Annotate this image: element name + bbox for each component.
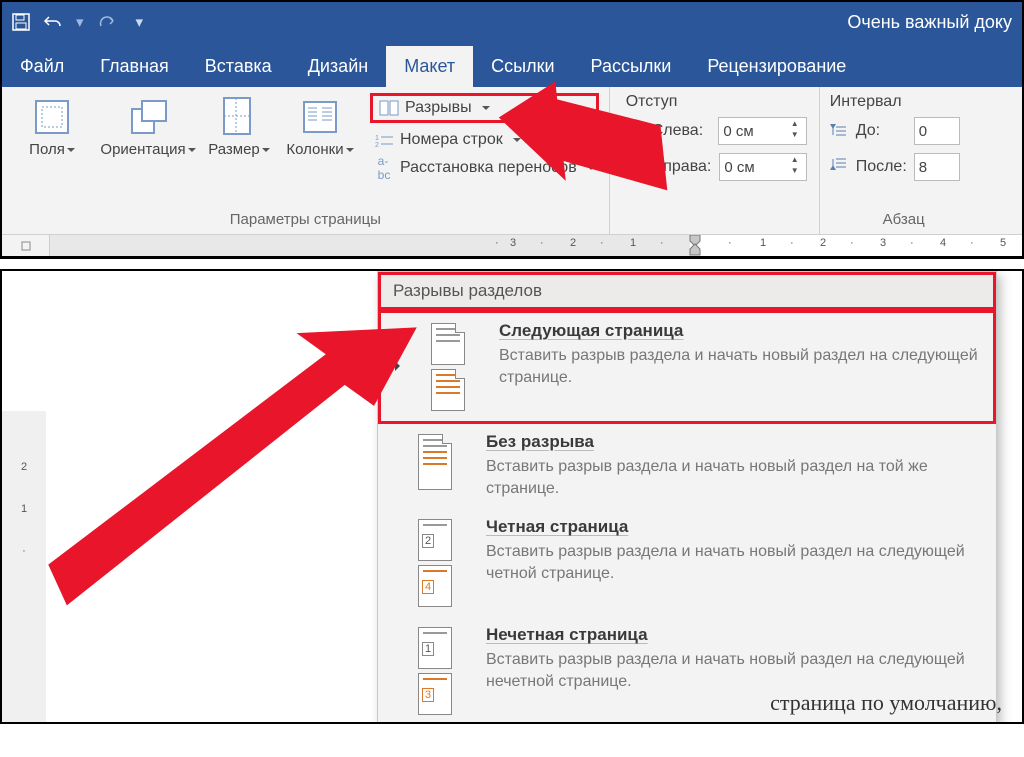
section-break-next-page[interactable]: Следующая страница Вставить разрыв разде… <box>378 310 996 424</box>
even-page-icon: 2 4 <box>400 517 470 607</box>
indent-heading: Отступ <box>626 93 807 111</box>
section-break-even-page[interactable]: 2 4 Четная страница Вставить разрыв разд… <box>378 509 996 617</box>
spinner-down[interactable]: ▼ <box>788 167 802 178</box>
indent-right-input[interactable]: 0 см▲▼ <box>719 153 806 181</box>
document-body-text: страница по умолчанию, <box>770 690 1002 716</box>
indent-right-icon <box>626 158 644 177</box>
tab-file[interactable]: Файл <box>2 46 82 87</box>
hyphenation-button[interactable]: a-bc Расстановка переносов <box>370 157 599 179</box>
columns-icon <box>300 97 340 137</box>
spacing-before-input[interactable]: 0 <box>914 117 960 145</box>
size-icon <box>219 97 259 137</box>
size-button[interactable]: Размер <box>204 93 274 158</box>
breaks-button-highlight: Разрывы <box>370 93 599 123</box>
tab-mailings[interactable]: Рассылки <box>573 46 690 87</box>
page-setup-group-label: Параметры страницы <box>12 207 599 234</box>
spacing-after-input[interactable]: 8 <box>914 153 960 181</box>
breaks-icon <box>379 99 399 117</box>
section-break-continuous[interactable]: Без разрыва Вставить разрыв раздела и на… <box>378 424 996 509</box>
orientation-button[interactable]: Ориентация <box>100 93 196 158</box>
breaks-button[interactable]: Разрывы <box>375 97 594 119</box>
columns-button[interactable]: Колонки <box>282 93 358 158</box>
spacing-heading: Интервал <box>830 93 978 111</box>
spacing-before-icon <box>830 121 848 142</box>
hyphenation-icon: a-bc <box>374 159 394 177</box>
spinner-down[interactable]: ▼ <box>788 131 802 142</box>
indent-left-icon <box>626 122 644 141</box>
paragraph-group-label: Абзац <box>830 207 978 234</box>
tab-references[interactable]: Ссылки <box>473 46 572 87</box>
redo-icon[interactable] <box>98 13 116 31</box>
undo-icon[interactable] <box>44 13 62 31</box>
vertical-ruler[interactable]: 2 1 · <box>2 411 46 722</box>
spacing-after-icon <box>830 157 848 178</box>
spacing-after-label: После: <box>856 158 906 176</box>
next-page-icon <box>413 321 483 411</box>
document-title: Очень важный доку <box>847 12 1012 33</box>
ribbon-tabs: Файл Главная Вставка Дизайн Макет Ссылки… <box>2 42 1022 87</box>
svg-text:2: 2 <box>375 142 379 149</box>
odd-page-icon: 1 3 <box>400 625 470 715</box>
margins-icon <box>32 97 72 137</box>
tab-design[interactable]: Дизайн <box>290 46 387 87</box>
continuous-icon <box>400 432 470 499</box>
qat-customize-icon[interactable]: ▾ <box>136 13 144 31</box>
orientation-icon <box>128 97 168 137</box>
section-breaks-header: Разрывы разделов <box>378 272 996 310</box>
undo-dropdown-icon[interactable]: ▾ <box>76 13 84 31</box>
line-numbers-button[interactable]: 12 Номера строк <box>370 129 599 151</box>
title-bar: ▾ ▾ Очень важный доку <box>2 2 1022 42</box>
tab-layout[interactable]: Макет <box>386 46 473 87</box>
horizontal-ruler: · 3 · 2 · 1 · · 1 · 2 · 3 · 4 · 5 <box>2 235 1022 257</box>
indent-left-label: Слева: <box>652 122 711 140</box>
tab-review[interactable]: Рецензирование <box>689 46 864 87</box>
save-icon[interactable] <box>12 13 30 31</box>
ribbon: Поля Ориентация Размер <box>2 87 1022 235</box>
spacing-before-label: До: <box>856 122 906 140</box>
tab-home[interactable]: Главная <box>82 46 187 87</box>
selection-marker-icon <box>395 361 405 371</box>
ruler-corner <box>2 235 50 256</box>
tab-insert[interactable]: Вставка <box>187 46 290 87</box>
breaks-dropdown: Разрывы разделов Следующая страница Вста… <box>377 271 997 724</box>
indent-left-input[interactable]: 0 см▲▼ <box>718 117 806 145</box>
indent-right-label: Справа: <box>652 158 712 176</box>
annotation-arrow-2 <box>52 311 432 631</box>
margins-button[interactable]: Поля <box>12 93 92 158</box>
svg-text:1: 1 <box>375 135 379 142</box>
line-numbers-icon: 12 <box>374 131 394 149</box>
